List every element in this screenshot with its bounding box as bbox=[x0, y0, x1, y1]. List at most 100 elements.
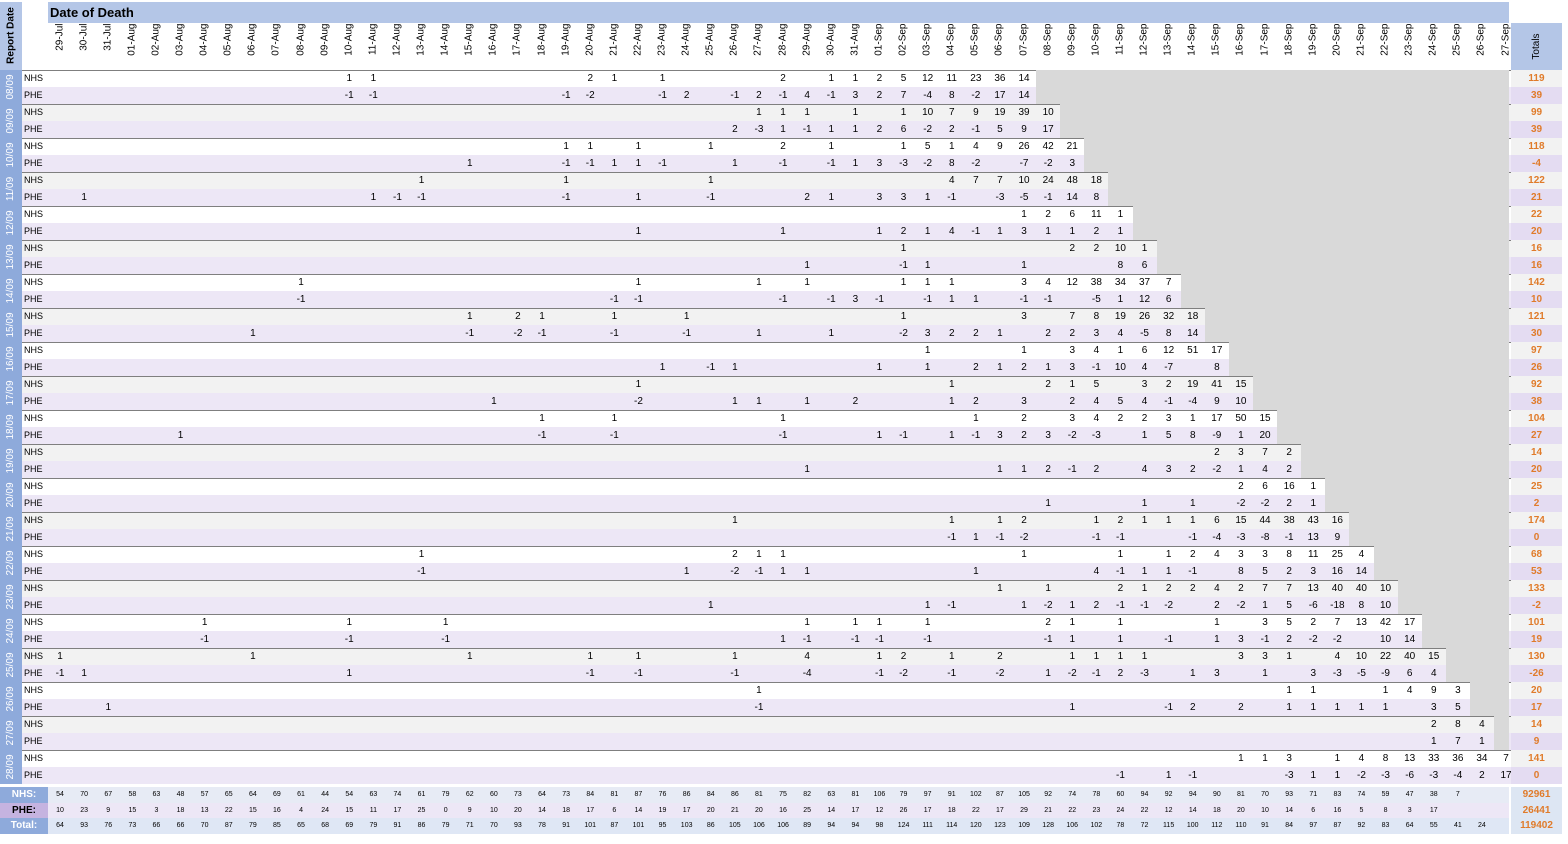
data-cell[interactable]: 2 bbox=[1036, 614, 1060, 631]
data-cell[interactable]: 16 bbox=[1325, 563, 1349, 580]
data-cell[interactable]: 15 bbox=[1422, 648, 1446, 665]
data-cell[interactable]: -1 bbox=[771, 155, 795, 172]
data-cell[interactable]: 2 bbox=[1108, 580, 1132, 597]
data-cell[interactable]: 3 bbox=[1060, 359, 1084, 376]
data-cell[interactable]: 2 bbox=[892, 648, 916, 665]
data-cell[interactable]: 1 bbox=[1108, 614, 1132, 631]
data-cell[interactable]: 2 bbox=[1301, 614, 1325, 631]
data-cell[interactable]: 1 bbox=[1301, 682, 1325, 699]
data-cell[interactable]: -1 bbox=[1036, 189, 1060, 206]
data-cell[interactable]: 44 bbox=[1253, 512, 1277, 529]
data-cell[interactable]: 1 bbox=[1349, 699, 1373, 716]
data-cell[interactable]: 4 bbox=[1253, 461, 1277, 478]
data-cell[interactable]: 2 bbox=[1470, 767, 1494, 784]
data-cell[interactable]: 2 bbox=[1012, 512, 1036, 529]
data-cell[interactable]: 1 bbox=[747, 682, 771, 699]
data-cell[interactable]: -1 bbox=[651, 87, 675, 104]
data-cell[interactable]: -1 bbox=[434, 631, 458, 648]
data-cell[interactable]: -1 bbox=[964, 427, 988, 444]
data-cell[interactable]: 21 bbox=[1060, 138, 1084, 155]
data-cell[interactable]: 1 bbox=[410, 546, 434, 563]
data-cell[interactable]: 3 bbox=[867, 189, 891, 206]
data-cell[interactable]: -1 bbox=[361, 87, 385, 104]
data-cell[interactable]: -1 bbox=[1108, 597, 1132, 614]
data-cell[interactable]: 1 bbox=[1277, 682, 1301, 699]
data-cell[interactable]: -2 bbox=[988, 665, 1012, 682]
data-cell[interactable]: 19 bbox=[1108, 308, 1132, 325]
data-cell[interactable]: 43 bbox=[1301, 512, 1325, 529]
data-cell[interactable]: 1 bbox=[747, 393, 771, 410]
data-cell[interactable]: -1 bbox=[1157, 631, 1181, 648]
data-cell[interactable]: 1 bbox=[747, 274, 771, 291]
data-cell[interactable]: 1 bbox=[289, 274, 313, 291]
data-cell[interactable]: -1 bbox=[1108, 563, 1132, 580]
data-cell[interactable]: 38 bbox=[1277, 512, 1301, 529]
data-cell[interactable]: 1 bbox=[940, 376, 964, 393]
data-cell[interactable]: 1 bbox=[867, 614, 891, 631]
data-cell[interactable]: 1 bbox=[626, 274, 650, 291]
data-cell[interactable]: 36 bbox=[1446, 750, 1470, 767]
data-cell[interactable]: 3 bbox=[1060, 342, 1084, 359]
data-cell[interactable]: -1 bbox=[771, 291, 795, 308]
data-cell[interactable]: 4 bbox=[1349, 546, 1373, 563]
data-cell[interactable]: 1 bbox=[434, 614, 458, 631]
data-cell[interactable]: 48 bbox=[1060, 172, 1084, 189]
data-cell[interactable]: 4 bbox=[1205, 580, 1229, 597]
data-cell[interactable]: 1 bbox=[1277, 699, 1301, 716]
data-cell[interactable]: 1 bbox=[771, 121, 795, 138]
data-cell[interactable]: 1 bbox=[795, 461, 819, 478]
data-cell[interactable]: 1 bbox=[916, 359, 940, 376]
data-cell[interactable]: 1 bbox=[699, 597, 723, 614]
data-cell[interactable]: 2 bbox=[1060, 393, 1084, 410]
data-cell[interactable]: 2 bbox=[1181, 546, 1205, 563]
data-cell[interactable]: 1 bbox=[988, 325, 1012, 342]
data-cell[interactable]: 1 bbox=[916, 189, 940, 206]
data-cell[interactable]: 4 bbox=[1084, 393, 1108, 410]
data-cell[interactable]: 7 bbox=[1253, 444, 1277, 461]
data-cell[interactable]: -1 bbox=[385, 189, 409, 206]
data-cell[interactable]: -1 bbox=[1084, 359, 1108, 376]
data-cell[interactable]: -5 bbox=[1012, 189, 1036, 206]
data-cell[interactable]: 11 bbox=[940, 70, 964, 87]
data-cell[interactable]: 7 bbox=[892, 87, 916, 104]
data-cell[interactable]: 2 bbox=[1277, 495, 1301, 512]
data-cell[interactable]: 5 bbox=[1277, 614, 1301, 631]
data-cell[interactable]: -1 bbox=[578, 155, 602, 172]
data-cell[interactable]: 1 bbox=[602, 70, 626, 87]
data-cell[interactable]: -1 bbox=[1060, 461, 1084, 478]
data-cell[interactable]: 1 bbox=[1036, 580, 1060, 597]
data-cell[interactable]: -4 bbox=[916, 87, 940, 104]
data-cell[interactable]: -2 bbox=[1253, 495, 1277, 512]
data-cell[interactable]: -1 bbox=[964, 121, 988, 138]
data-cell[interactable]: 4 bbox=[1133, 461, 1157, 478]
data-cell[interactable]: 9 bbox=[988, 138, 1012, 155]
data-cell[interactable]: 1 bbox=[458, 648, 482, 665]
data-cell[interactable]: 4 bbox=[1133, 393, 1157, 410]
data-cell[interactable]: 1 bbox=[602, 308, 626, 325]
data-cell[interactable]: 3 bbox=[1229, 444, 1253, 461]
data-cell[interactable]: 2 bbox=[1084, 223, 1108, 240]
data-cell[interactable]: 1 bbox=[169, 427, 193, 444]
data-cell[interactable]: -4 bbox=[795, 665, 819, 682]
data-cell[interactable]: -5 bbox=[1349, 665, 1373, 682]
data-cell[interactable]: 1 bbox=[843, 121, 867, 138]
data-cell[interactable]: 4 bbox=[1349, 750, 1373, 767]
data-cell[interactable]: 2 bbox=[843, 393, 867, 410]
data-cell[interactable]: 1 bbox=[771, 104, 795, 121]
data-cell[interactable]: -1 bbox=[747, 699, 771, 716]
data-cell[interactable]: 1 bbox=[1108, 546, 1132, 563]
data-cell[interactable]: -1 bbox=[602, 427, 626, 444]
data-cell[interactable]: 8 bbox=[1374, 750, 1398, 767]
data-cell[interactable]: 3 bbox=[867, 155, 891, 172]
data-cell[interactable]: 4 bbox=[1325, 648, 1349, 665]
data-cell[interactable]: 4 bbox=[940, 172, 964, 189]
data-cell[interactable]: 1 bbox=[1108, 631, 1132, 648]
data-cell[interactable]: 1 bbox=[819, 325, 843, 342]
data-cell[interactable]: -2 bbox=[964, 87, 988, 104]
data-cell[interactable]: -3 bbox=[1084, 427, 1108, 444]
data-cell[interactable]: -1 bbox=[675, 325, 699, 342]
data-cell[interactable]: 2 bbox=[1036, 376, 1060, 393]
data-cell[interactable]: 1 bbox=[1060, 648, 1084, 665]
data-cell[interactable]: 4 bbox=[1084, 563, 1108, 580]
data-cell[interactable]: 1 bbox=[626, 223, 650, 240]
